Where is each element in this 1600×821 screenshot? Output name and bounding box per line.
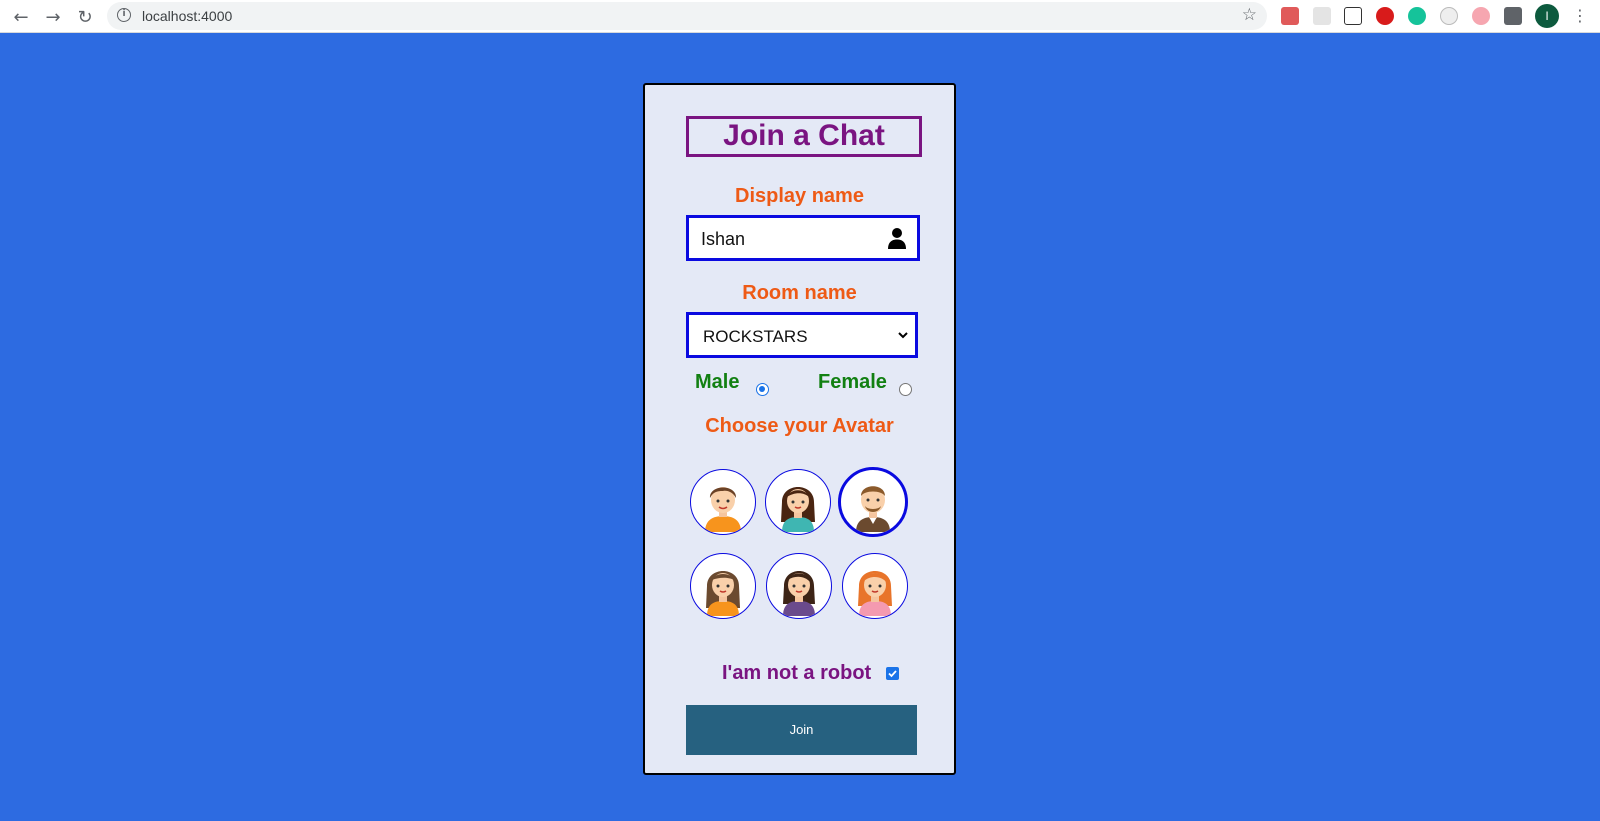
avatar-option-1[interactable] bbox=[690, 469, 756, 535]
puzzle-extensions-icon[interactable] bbox=[1504, 7, 1522, 25]
user-icon bbox=[888, 228, 906, 249]
room-selected-value: ROCKSTARS bbox=[703, 327, 808, 346]
join-chat-card: Join a Chat Display name Ishan Room name… bbox=[643, 83, 956, 775]
profile-avatar[interactable]: I bbox=[1535, 4, 1559, 28]
girl-avatar-icon bbox=[781, 487, 815, 532]
girl-long-hair-avatar-icon bbox=[706, 571, 740, 616]
display-name-value: Ishan bbox=[701, 229, 746, 249]
back-arrow-icon[interactable]: ← bbox=[9, 5, 33, 29]
avatar-option-4[interactable] bbox=[690, 553, 756, 619]
checkmark-icon bbox=[888, 670, 897, 678]
gender-female-label: Female bbox=[818, 371, 887, 393]
url-text: localhost:4000 bbox=[142, 8, 233, 24]
adblock-extension-icon[interactable] bbox=[1376, 7, 1394, 25]
page-title: Join a Chat bbox=[686, 116, 922, 157]
avatar-option-3[interactable] bbox=[838, 467, 908, 537]
robot-checkbox[interactable] bbox=[886, 667, 899, 680]
avatar-option-6[interactable] bbox=[842, 553, 908, 619]
avatar-option-2[interactable] bbox=[765, 469, 831, 535]
eyedropper-extension-icon[interactable] bbox=[1281, 7, 1299, 25]
girl-red-hair-avatar-icon bbox=[858, 571, 892, 616]
color-extension-icon[interactable] bbox=[1472, 7, 1490, 25]
display-name-input[interactable]: Ishan bbox=[686, 215, 920, 261]
room-select[interactable]: ROCKSTARS bbox=[686, 312, 918, 358]
bookmark-star-icon[interactable]: ☆ bbox=[1242, 5, 1257, 25]
timer-extension-icon[interactable] bbox=[1440, 7, 1458, 25]
chevron-down-icon bbox=[898, 332, 908, 339]
json-extension-icon[interactable] bbox=[1344, 7, 1362, 25]
avatar-option-5[interactable] bbox=[766, 553, 832, 619]
gender-male-label: Male bbox=[695, 371, 740, 393]
gender-female-radio[interactable] bbox=[899, 383, 912, 396]
reload-icon[interactable]: ↻ bbox=[73, 5, 97, 29]
browser-toolbar: ← → ↻ i localhost:4000 ☆ I ⋮ bbox=[0, 0, 1600, 33]
join-button[interactable]: Join bbox=[686, 705, 917, 755]
gender-male-radio[interactable] bbox=[756, 383, 769, 396]
forward-arrow-icon[interactable]: → bbox=[41, 5, 65, 29]
avatar-label: Choose your Avatar bbox=[705, 415, 894, 437]
address-bar[interactable]: i localhost:4000 ☆ bbox=[107, 2, 1267, 30]
more-menu-icon[interactable]: ⋮ bbox=[1572, 6, 1588, 25]
grid-extension-icon[interactable] bbox=[1313, 7, 1331, 25]
site-info-icon[interactable]: i bbox=[117, 8, 131, 22]
grammarly-extension-icon[interactable] bbox=[1408, 7, 1426, 25]
robot-check-label: I'am not a robot bbox=[722, 662, 872, 684]
girl-purple-avatar-icon bbox=[783, 571, 815, 616]
man-beard-avatar-icon bbox=[856, 486, 890, 532]
boy-avatar-icon bbox=[705, 487, 741, 532]
display-name-label: Display name bbox=[735, 185, 864, 207]
room-name-label: Room name bbox=[742, 282, 857, 304]
